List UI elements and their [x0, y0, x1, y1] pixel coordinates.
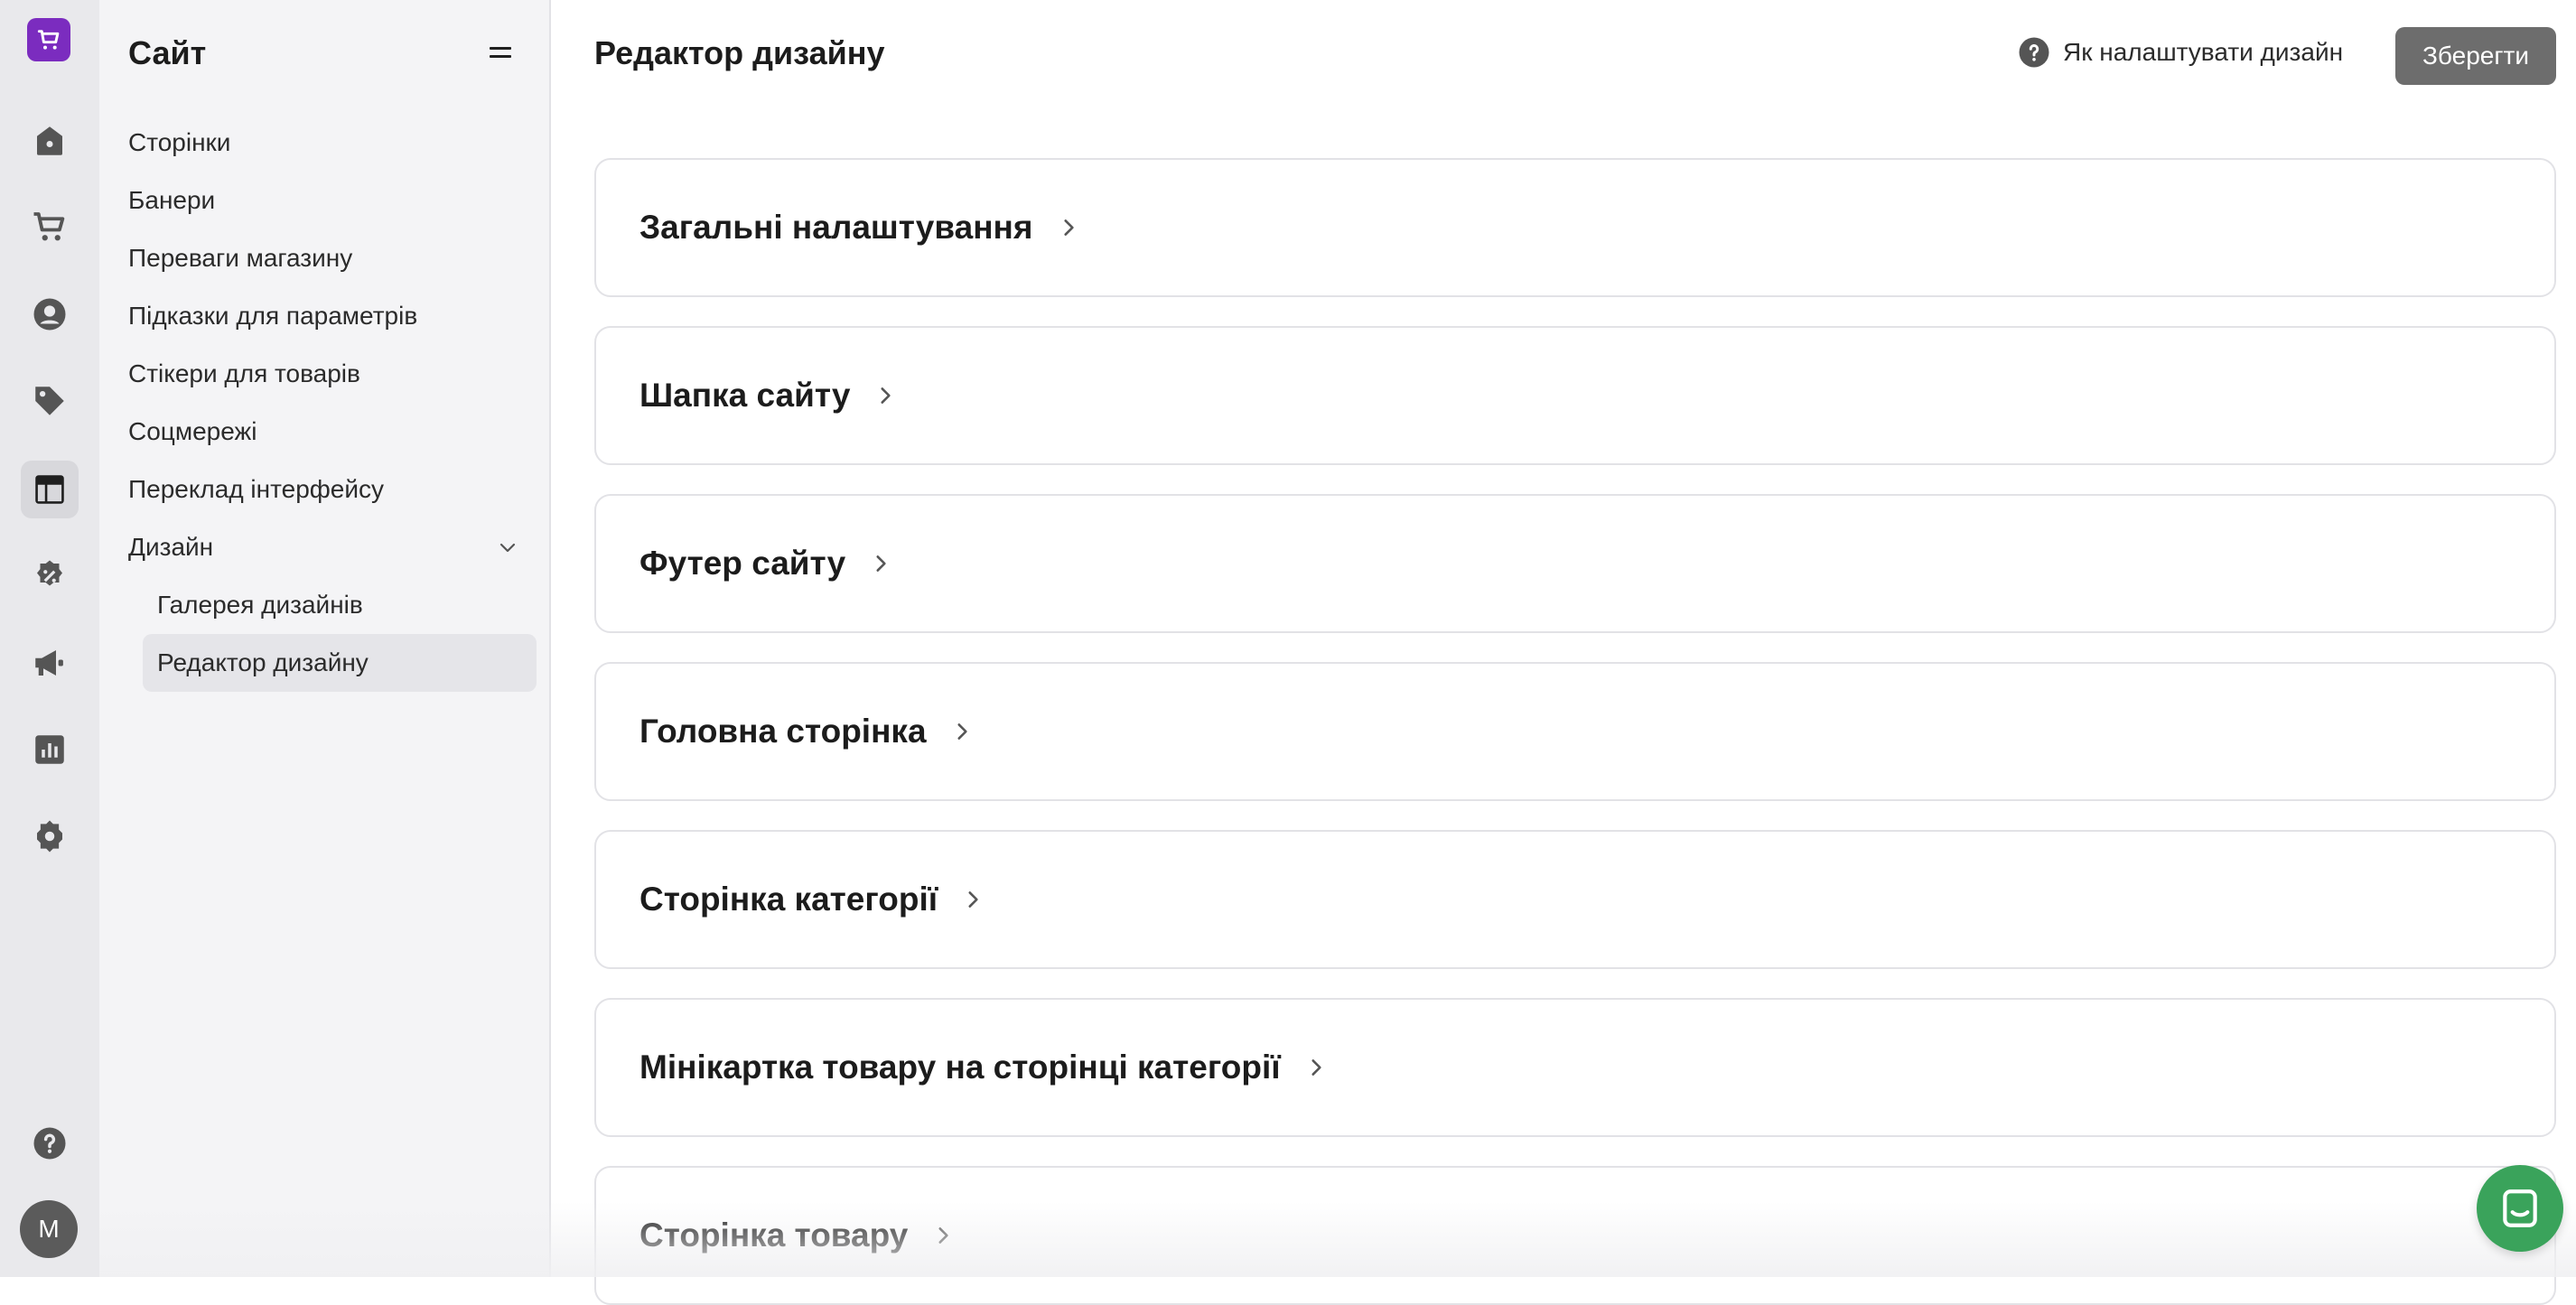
- section-card-home[interactable]: Головна сторінка: [594, 662, 2556, 801]
- chevron-right-icon: [1063, 219, 1074, 236]
- rail-orders-button[interactable]: [21, 198, 79, 256]
- rail-products-button[interactable]: [21, 372, 79, 430]
- sidebar-item-param-hints[interactable]: Підказки для параметрів: [128, 298, 417, 334]
- help-icon: [33, 1127, 66, 1160]
- section-card-title: Сторінка товару: [639, 1216, 909, 1254]
- section-card-title: Мінікартка товару на сторінці категорії: [639, 1049, 1281, 1086]
- settings-icon: [37, 820, 62, 853]
- sidebar-item-social[interactable]: Соцмережі: [128, 414, 257, 450]
- megaphone-icon: [35, 650, 63, 676]
- user-icon: [33, 298, 66, 331]
- section-card-general[interactable]: Загальні налаштування: [594, 158, 2556, 297]
- section-card-title: Шапка сайту: [639, 377, 851, 414]
- cart-logo-glyph: [37, 30, 60, 50]
- sidebar-item-stickers[interactable]: Стікери для товарів: [128, 356, 360, 392]
- chevron-right-icon: [1311, 1059, 1321, 1076]
- chevron-right-icon: [957, 723, 967, 740]
- question-icon: [2019, 37, 2049, 68]
- rail-customers-button[interactable]: [21, 285, 79, 343]
- help-link[interactable]: Як налаштувати дизайн: [2018, 36, 2343, 69]
- layout-icon: [35, 475, 64, 504]
- tag-icon: [35, 387, 64, 415]
- chat-button[interactable]: [2477, 1165, 2563, 1252]
- section-card-title: Загальні налаштування: [639, 209, 1033, 246]
- section-card-product-page[interactable]: Сторінка товару: [594, 1166, 2556, 1305]
- sidebar-title: Сайт: [128, 34, 207, 71]
- rail-site-button[interactable]: [21, 461, 79, 518]
- sidebar-item-translation[interactable]: Переклад інтерфейсу: [128, 471, 384, 508]
- chevron-right-icon: [968, 891, 978, 908]
- rail-discounts-button[interactable]: [21, 547, 79, 605]
- discount-icon: [37, 560, 62, 586]
- sidebar-item-design[interactable]: Дизайн: [128, 529, 213, 565]
- section-card-title: Головна сторінка: [639, 713, 927, 750]
- rail-marketing-button[interactable]: [21, 634, 79, 692]
- chevron-right-icon: [881, 387, 891, 404]
- sidebar-item-banners[interactable]: Банери: [128, 182, 215, 219]
- rail-help-button[interactable]: [21, 1114, 79, 1172]
- chevron-right-icon: [938, 1227, 948, 1244]
- cart-icon: [33, 212, 65, 241]
- section-card-header[interactable]: Шапка сайту: [594, 326, 2556, 465]
- sidebar-item-advantages[interactable]: Переваги магазину: [128, 240, 352, 276]
- site-sidebar: Сайт Сторінки Банери Переваги магазину П…: [99, 0, 551, 1277]
- rail-home-button[interactable]: [21, 112, 79, 170]
- sidebar-subitem-design-editor[interactable]: Редактор дизайну: [143, 634, 537, 692]
- logo-icon[interactable]: [27, 18, 70, 61]
- sidebar-item-pages[interactable]: Сторінки: [128, 125, 230, 161]
- section-card-title: Футер сайту: [639, 545, 846, 582]
- section-card-category[interactable]: Сторінка категорії: [594, 830, 2556, 969]
- section-card-footer[interactable]: Футер сайту: [594, 494, 2556, 633]
- chevron-down-icon[interactable]: [497, 536, 518, 558]
- help-link-label: Як налаштувати дизайн: [2063, 38, 2344, 66]
- sidebar-subitem-design-gallery[interactable]: Галерея дизайнів: [143, 576, 537, 634]
- section-card-product-minicard[interactable]: Мінікартка товару на сторінці категорії: [594, 998, 2556, 1137]
- page-title: Редактор дизайну: [594, 34, 885, 71]
- chat-icon: [2503, 1189, 2537, 1227]
- home-icon: [37, 126, 62, 155]
- chevron-right-icon: [876, 555, 886, 572]
- section-card-title: Сторінка категорії: [639, 881, 938, 918]
- chart-icon: [35, 735, 64, 764]
- save-button[interactable]: Зберегти: [2395, 27, 2556, 85]
- collapse-sidebar-icon[interactable]: [488, 43, 513, 61]
- avatar[interactable]: M: [20, 1200, 78, 1258]
- rail-settings-button[interactable]: [21, 807, 79, 865]
- icon-rail: M: [0, 0, 99, 1277]
- rail-analytics-button[interactable]: [21, 721, 79, 778]
